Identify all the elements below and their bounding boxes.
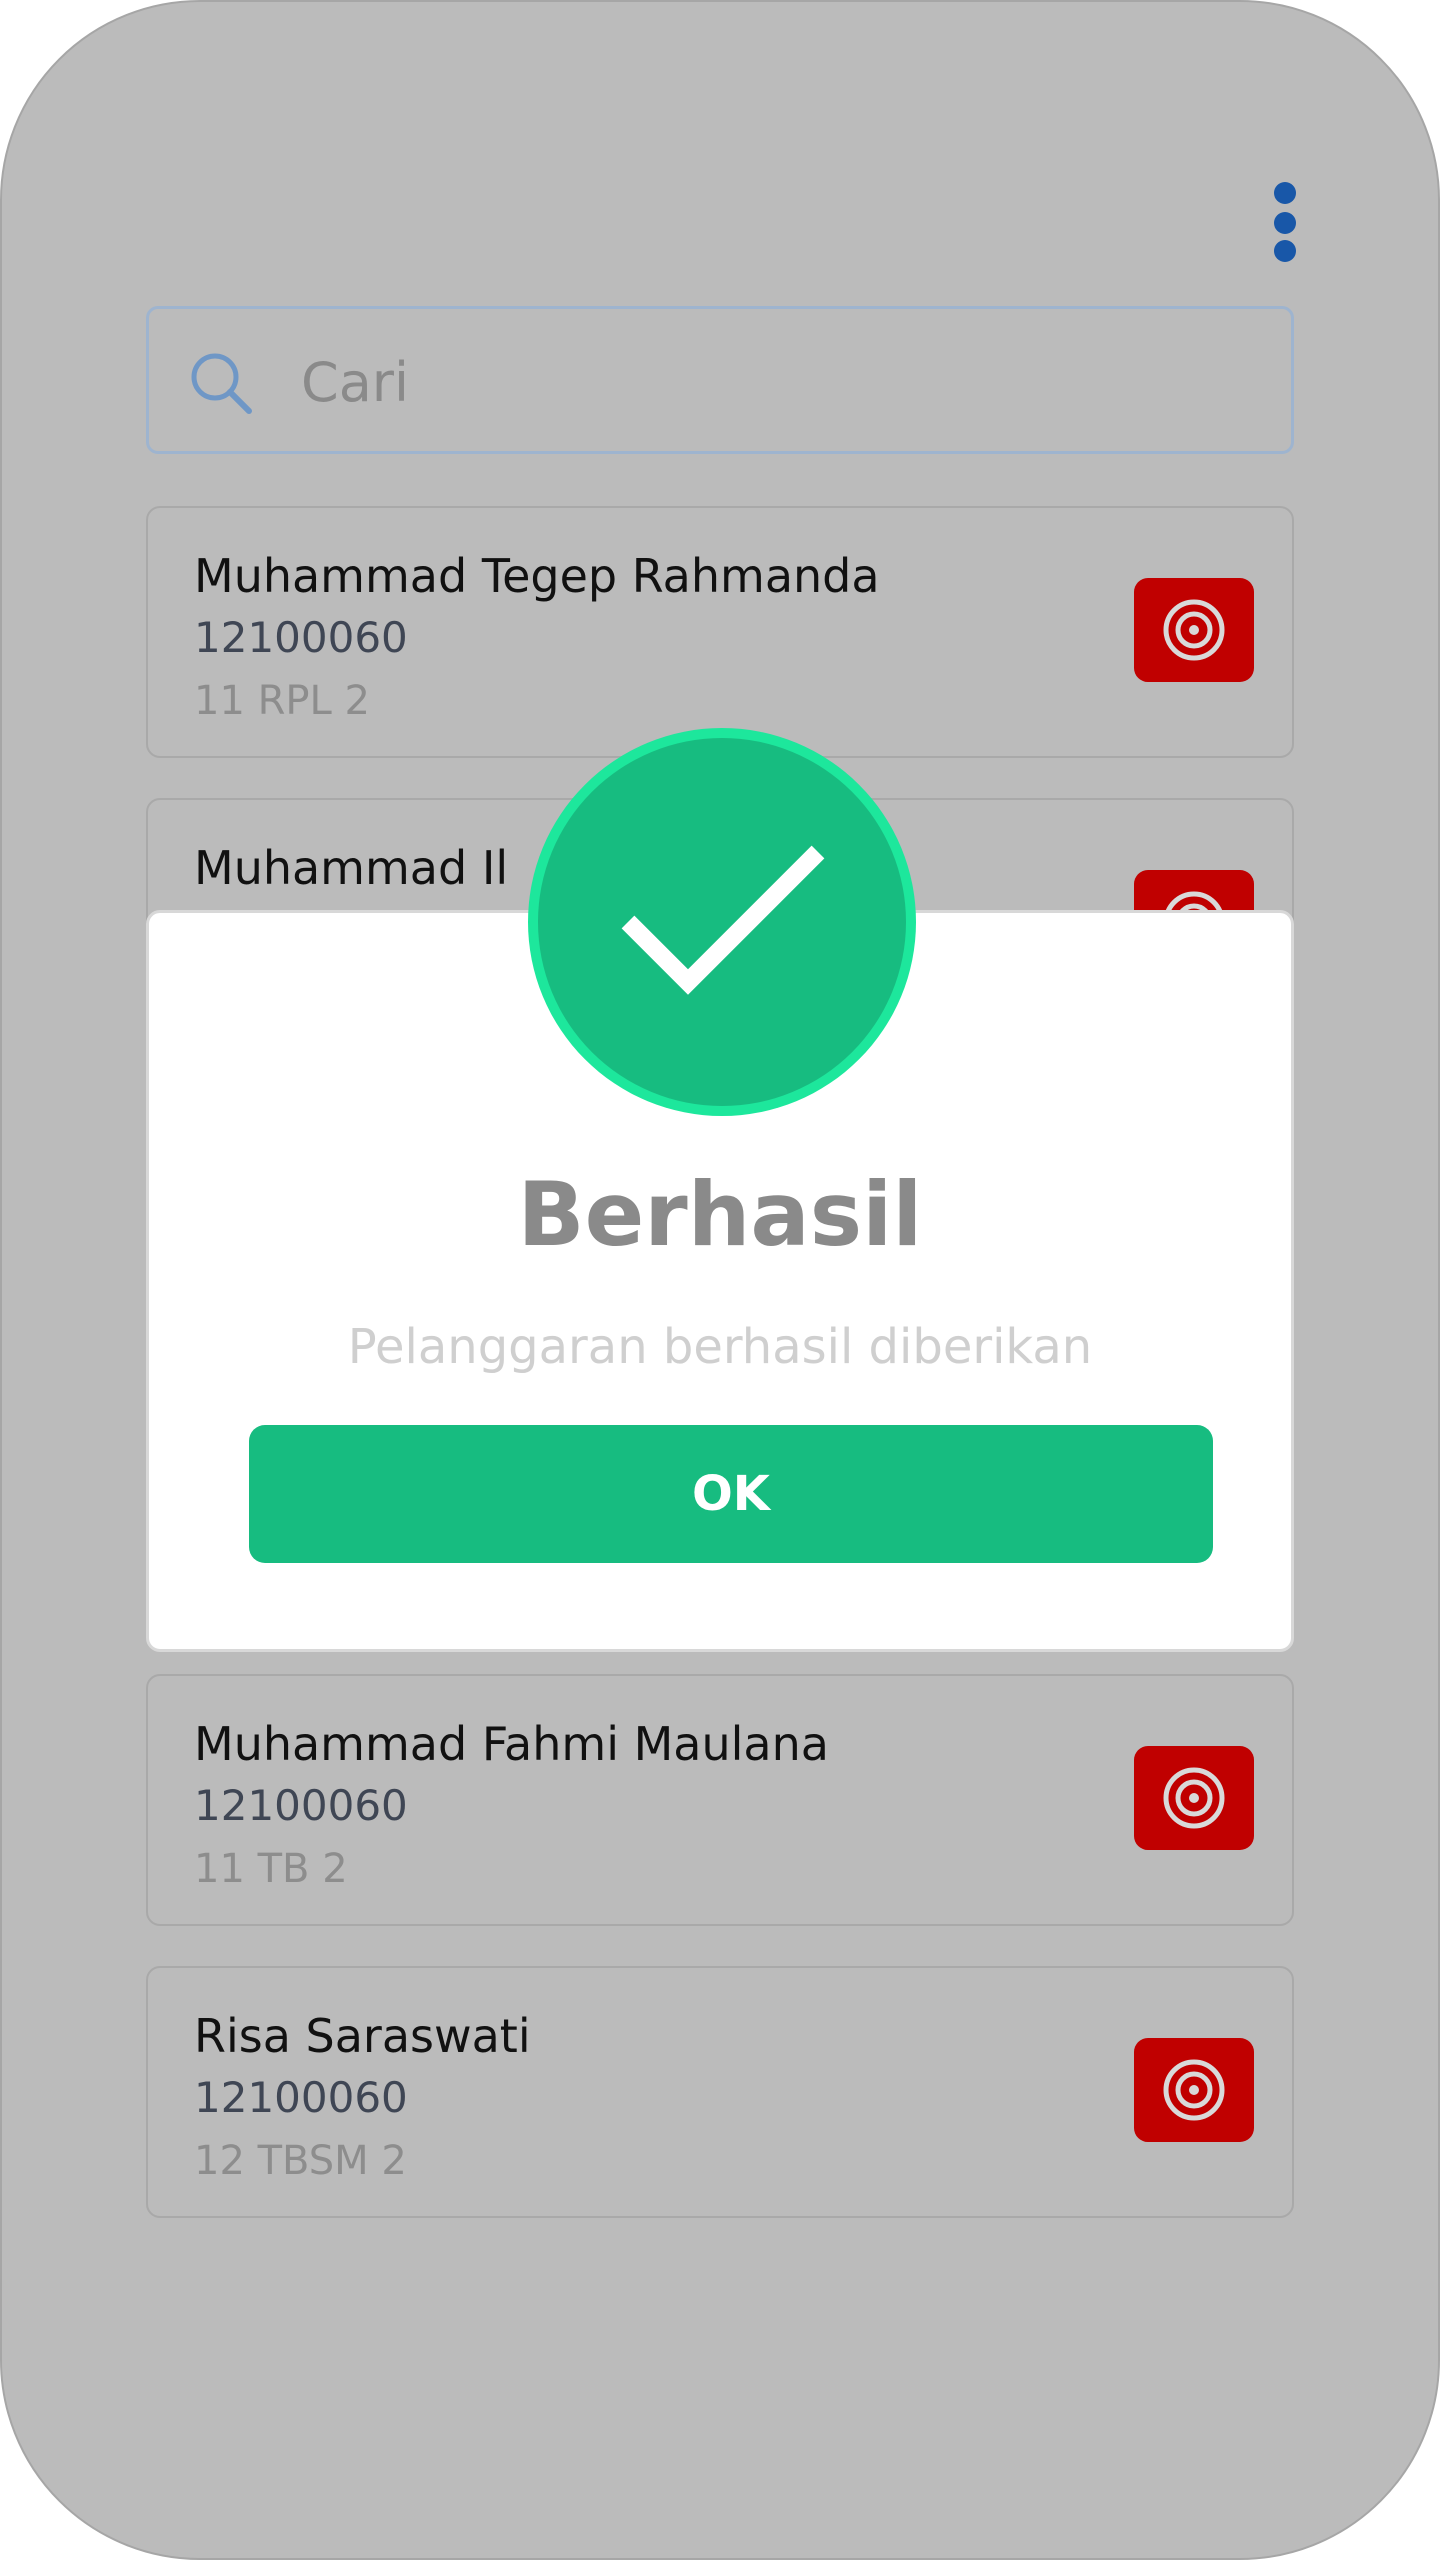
student-nis: 12100060 bbox=[194, 2073, 408, 2122]
student-name: Muhammad Fahmi Maulana bbox=[194, 1717, 829, 1771]
student-class: 11 TB 2 bbox=[194, 1846, 348, 1892]
target-icon bbox=[1163, 1767, 1225, 1829]
ok-button[interactable]: OK bbox=[249, 1425, 1213, 1563]
student-card[interactable]: Muhammad Fahmi Maulana 12100060 11 TB 2 bbox=[146, 1674, 1294, 1926]
student-nis: 12100060 bbox=[194, 613, 408, 662]
check-icon bbox=[528, 728, 916, 1116]
give-violation-button[interactable] bbox=[1134, 2038, 1254, 2142]
dialog-title: Berhasil bbox=[517, 1163, 923, 1266]
student-card[interactable]: Risa Saraswati 12100060 12 TBSM 2 bbox=[146, 1966, 1294, 2218]
student-nis: 12100060 bbox=[194, 1781, 408, 1830]
student-name: Risa Saraswati bbox=[194, 2009, 531, 2063]
phone-screen: Cari Muhammad Tegep Rahmanda 12100060 11… bbox=[0, 0, 1440, 2560]
give-violation-button[interactable] bbox=[1134, 578, 1254, 682]
student-name: Muhammad Tegep Rahmanda bbox=[194, 549, 880, 603]
give-violation-button[interactable] bbox=[1134, 1746, 1254, 1850]
search-input[interactable]: Cari bbox=[146, 306, 1294, 454]
student-class: 12 TBSM 2 bbox=[194, 2138, 407, 2184]
search-placeholder: Cari bbox=[301, 351, 409, 414]
search-icon bbox=[191, 353, 252, 414]
target-icon bbox=[1163, 2059, 1225, 2121]
target-icon bbox=[1163, 599, 1225, 661]
more-menu-icon[interactable] bbox=[1264, 174, 1306, 274]
student-class: 11 RPL 2 bbox=[194, 678, 370, 724]
student-card[interactable]: Muhammad Tegep Rahmanda 12100060 11 RPL … bbox=[146, 506, 1294, 758]
student-name: Muhammad Il bbox=[194, 841, 509, 895]
dialog-message: Pelanggaran berhasil diberikan bbox=[347, 1319, 1093, 1375]
